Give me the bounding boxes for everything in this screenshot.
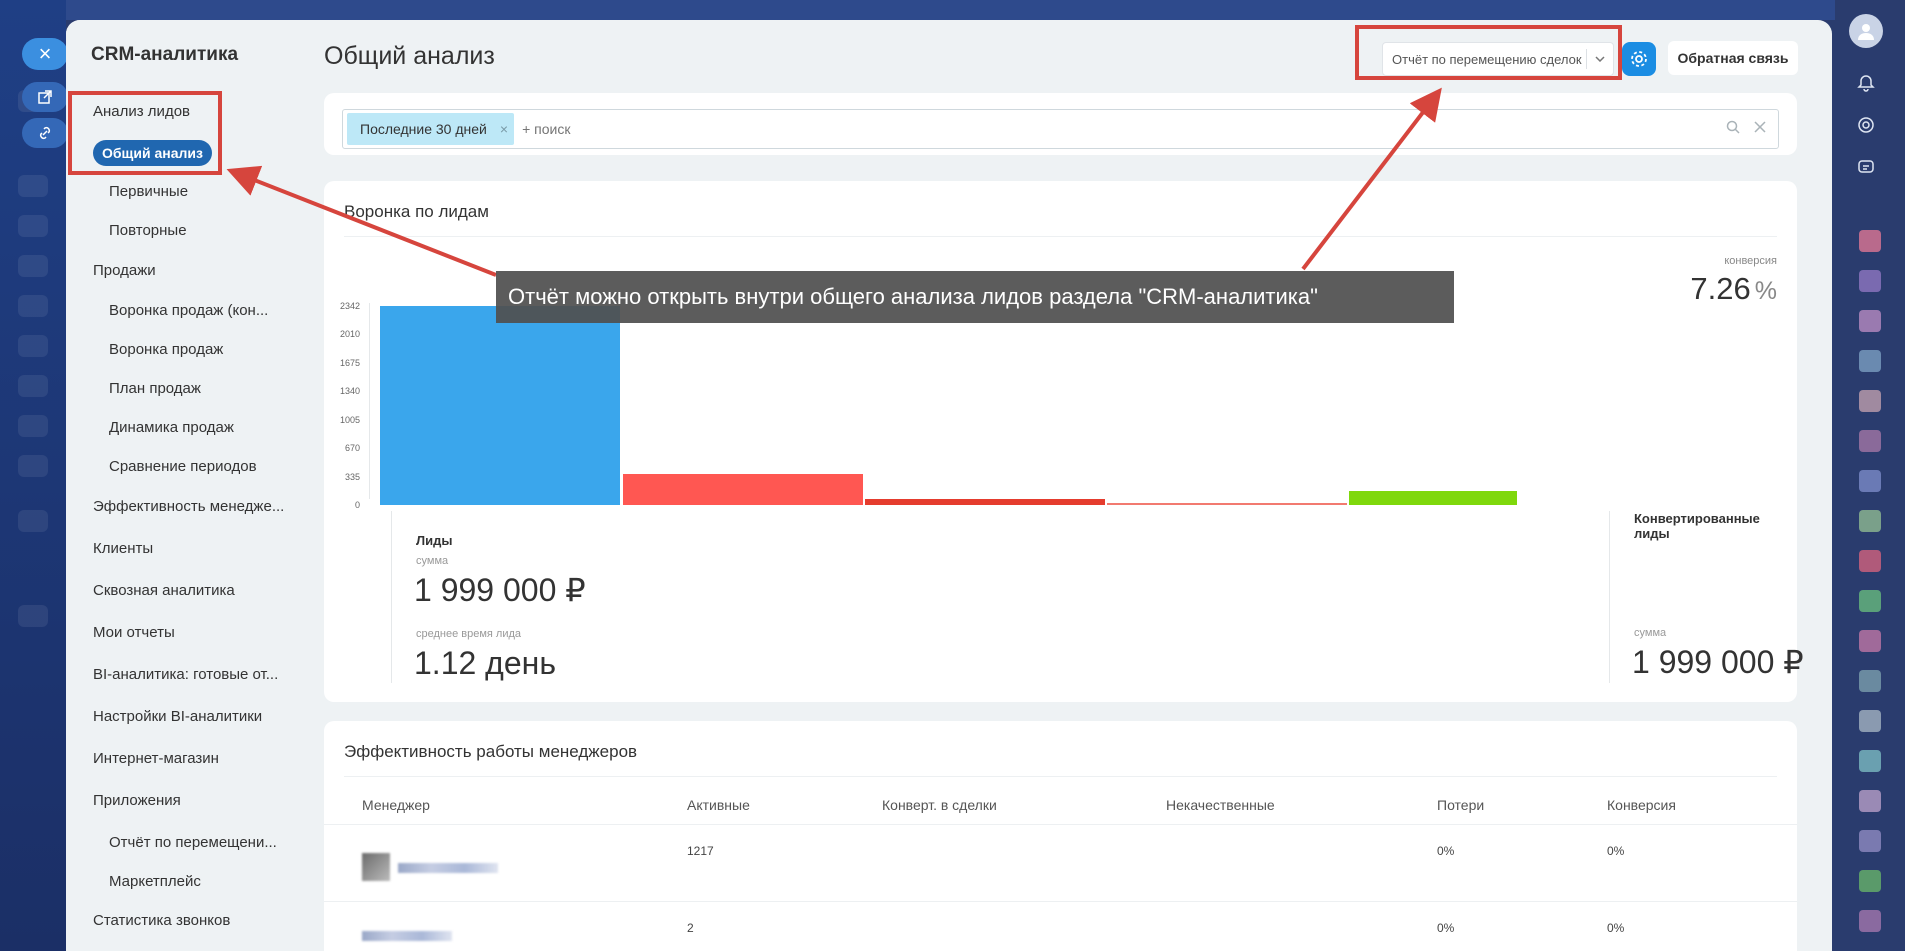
annotation-arrow-right [1301, 87, 1442, 271]
annotation-callout: Отчёт можно открыть внутри общего анализ… [496, 271, 1454, 323]
annotation-arrows [226, 87, 1442, 277]
annotation-arrow-left [226, 165, 497, 277]
